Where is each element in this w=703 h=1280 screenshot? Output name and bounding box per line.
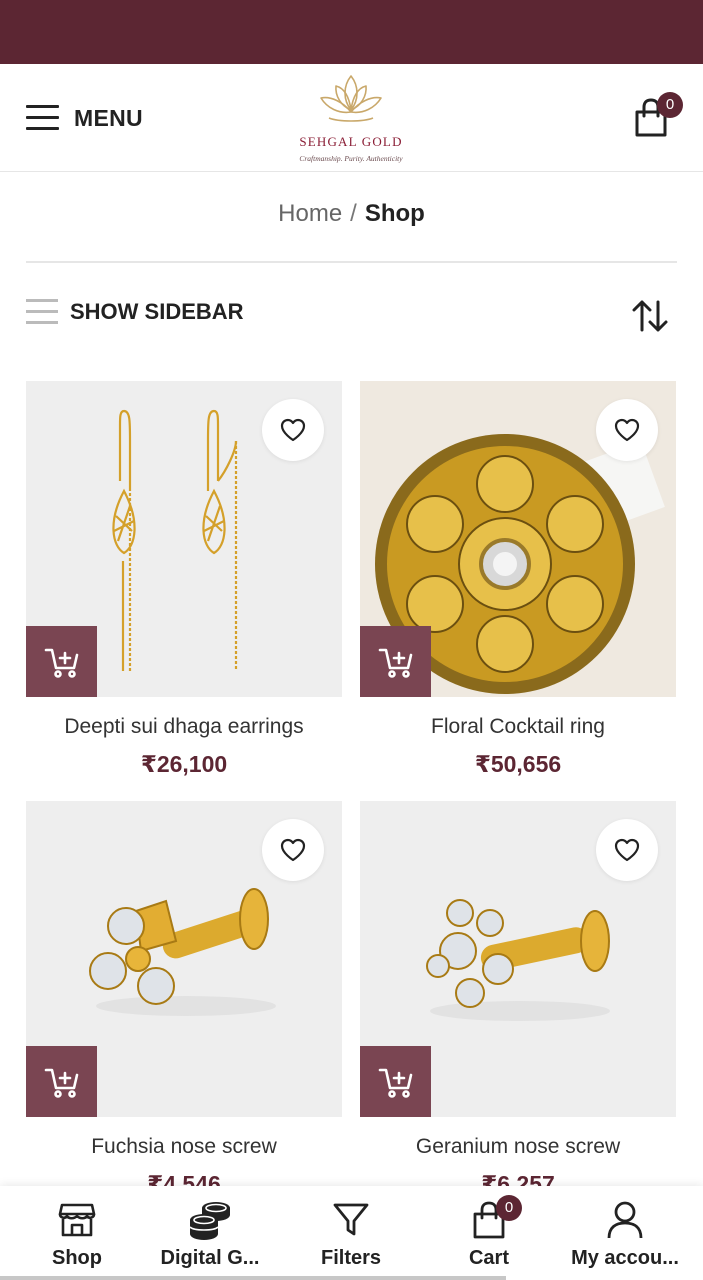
breadcrumb-current: Shop [364, 200, 425, 227]
breadcrumb: Home / Shop [0, 200, 703, 228]
sort-button[interactable] [630, 298, 670, 334]
nav-digital-gold[interactable]: Digital G... [140, 1186, 280, 1280]
product-price: ₹26,100 [140, 751, 228, 777]
nav-digital-gold-label: Digital G... [160, 1247, 260, 1269]
menu-label: MENU [74, 104, 143, 131]
menu-button[interactable]: MENU [26, 102, 143, 134]
add-to-cart-button[interactable] [360, 626, 431, 697]
logo-brand-text: SEHGAL GOLD [299, 134, 403, 149]
header-cart-button[interactable]: 0 [632, 92, 683, 138]
nav-cart-badge: 0 [496, 1195, 522, 1221]
hamburger-icon [26, 105, 59, 131]
product-name[interactable]: Floral Cocktail ring [360, 715, 676, 739]
wishlist-button[interactable] [262, 399, 324, 461]
heart-icon [614, 838, 640, 862]
site-logo[interactable]: SEHGAL GOLD Craftmanship. Purity. Authen… [286, 70, 416, 168]
product-image[interactable] [360, 801, 676, 1117]
product-name[interactable]: Deepti sui dhaga earrings [26, 715, 342, 739]
divider [26, 261, 677, 263]
user-icon [607, 1201, 643, 1239]
product-image[interactable] [360, 381, 676, 697]
top-status-bar [0, 0, 703, 64]
cart-plus-icon [44, 1068, 78, 1098]
sort-arrows-icon [632, 300, 668, 332]
product-image[interactable] [26, 801, 342, 1117]
nav-shop[interactable]: Shop [7, 1186, 147, 1280]
heart-icon [614, 418, 640, 442]
scroll-indicator [0, 1276, 506, 1280]
cart-plus-icon [378, 1068, 412, 1098]
cart-count-badge: 0 [657, 92, 683, 118]
add-to-cart-button[interactable] [360, 1046, 431, 1117]
nav-filters-label: Filters [320, 1247, 382, 1269]
cart-plus-icon [378, 648, 412, 678]
show-sidebar-button[interactable]: SHOW SIDEBAR [26, 296, 244, 328]
wishlist-button[interactable] [596, 399, 658, 461]
funnel-icon [333, 1203, 369, 1236]
store-icon [58, 1203, 96, 1237]
product-image[interactable] [26, 381, 342, 697]
bottom-navigation: Shop Digital G... Filters 0 Cart My acco… [0, 1186, 703, 1280]
nav-my-account[interactable]: My accou... [555, 1186, 695, 1280]
nav-shop-label: Shop [52, 1247, 102, 1269]
wishlist-button[interactable] [596, 819, 658, 881]
site-header: MENU SEHGAL GOLD Craftmanship. Purity. A… [0, 64, 703, 172]
add-to-cart-button[interactable] [26, 1046, 97, 1117]
show-sidebar-label: SHOW SIDEBAR [70, 299, 244, 324]
product-name[interactable]: Geranium nose screw [360, 1135, 676, 1159]
wishlist-button[interactable] [262, 819, 324, 881]
breadcrumb-home-link[interactable]: Home [278, 200, 342, 227]
heart-icon [280, 838, 306, 862]
nav-cart-label: Cart [468, 1247, 509, 1269]
breadcrumb-separator: / [350, 200, 357, 227]
add-to-cart-button[interactable] [26, 626, 97, 697]
nav-cart[interactable]: 0 Cart [419, 1186, 559, 1280]
product-price: ₹50,656 [474, 751, 562, 777]
nav-filters[interactable]: Filters [281, 1186, 421, 1280]
cart-plus-icon [44, 648, 78, 678]
heart-icon [280, 418, 306, 442]
coins-icon [189, 1202, 230, 1240]
logo-tagline: Craftmanship. Purity. Authenticity [299, 154, 403, 163]
lotus-icon [320, 75, 382, 122]
product-name[interactable]: Fuchsia nose screw [26, 1135, 342, 1159]
nav-my-account-label: My accou... [571, 1247, 679, 1269]
list-lines-icon [26, 299, 58, 325]
